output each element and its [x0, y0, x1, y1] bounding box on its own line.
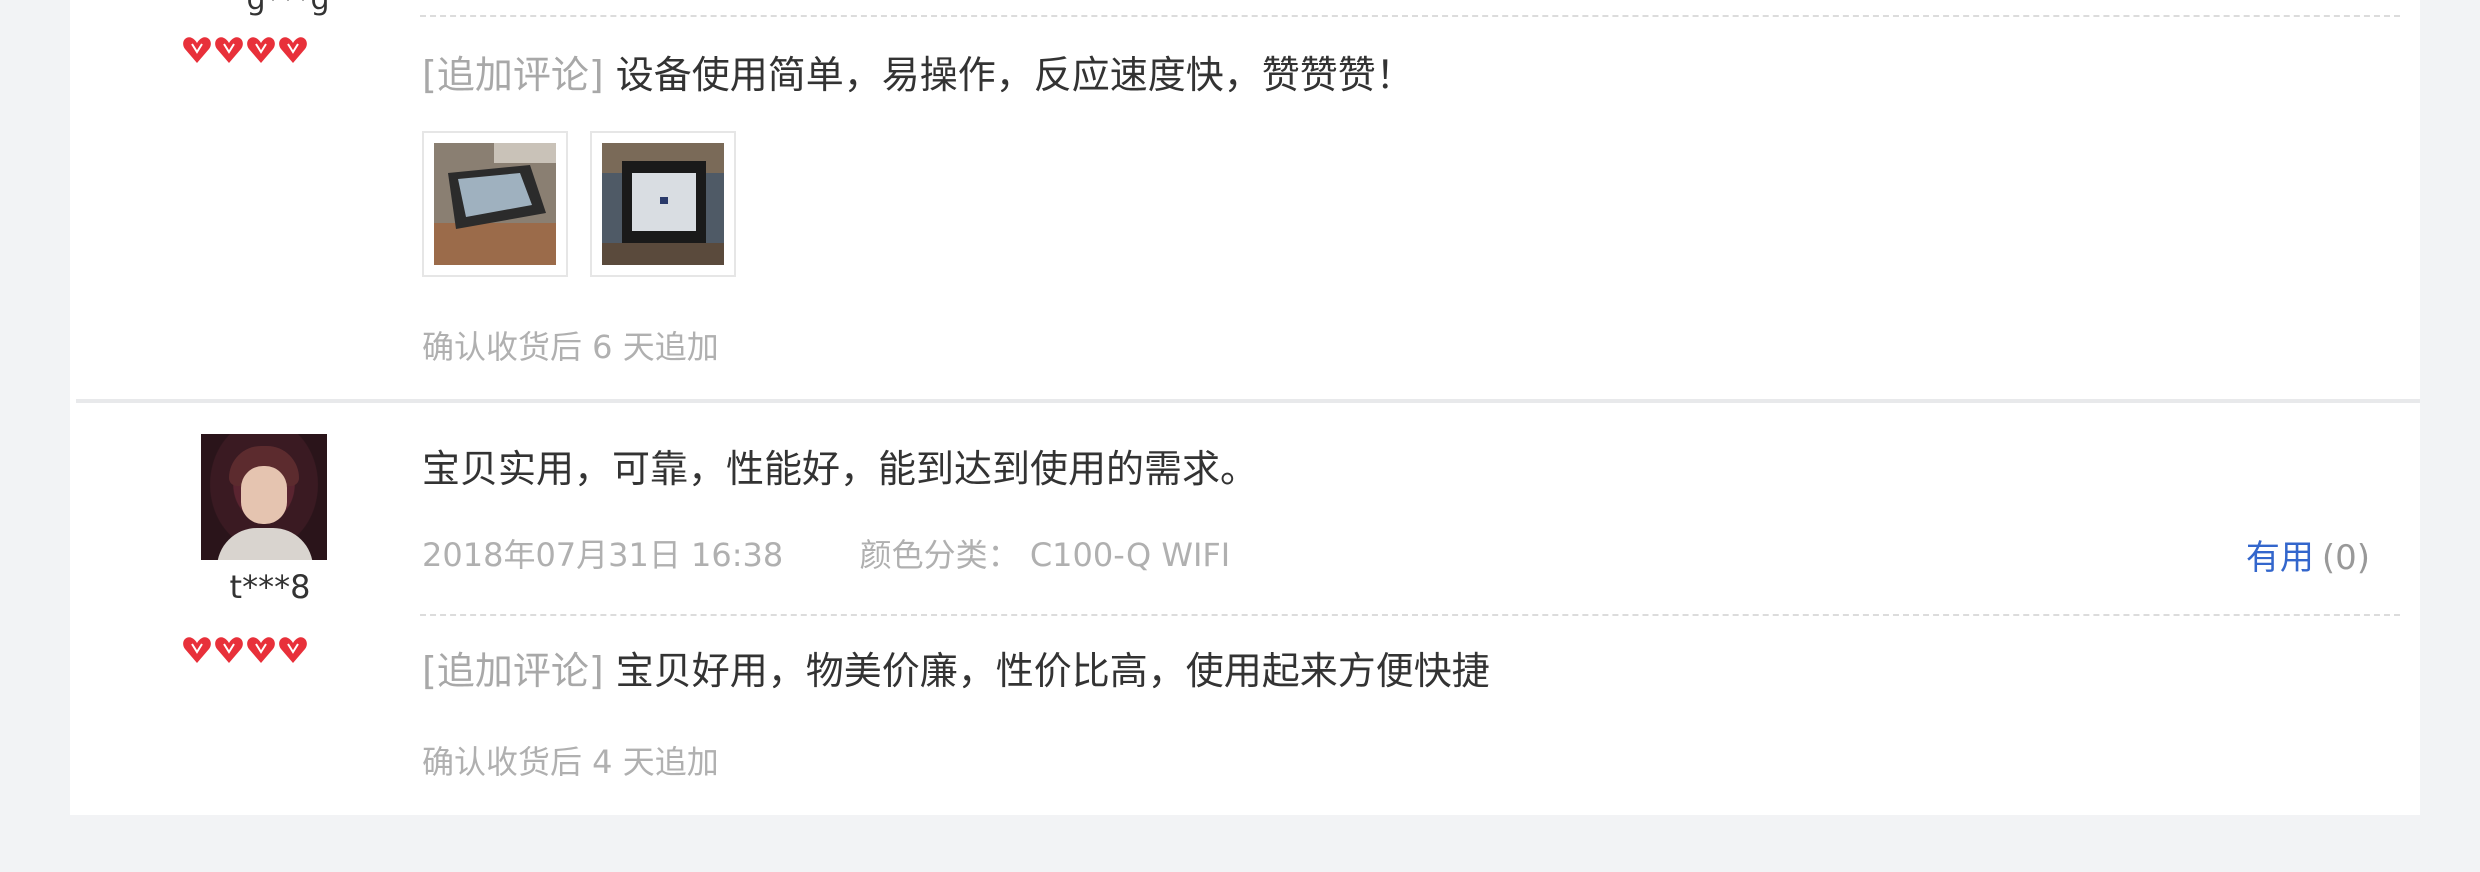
review-meta: 2018年07月31日 16:38 颜色分类： C100-Q WIFI	[422, 530, 1230, 576]
review-text: 宝贝实用，可靠，性能好，能到达到使用的需求。	[422, 447, 1259, 491]
helpful-count: (0)	[2321, 538, 2370, 578]
dashed-separator	[420, 614, 2400, 616]
followup-comment: [追加评论] 设备使用简单，易操作，反应速度快，赞赞赞！	[422, 44, 1414, 99]
followup-note: 确认收货后 6 天追加	[422, 328, 719, 366]
product-photo-1	[434, 143, 556, 265]
review-item: t***8 宝贝实用，可靠，性能好，能到达到使用的需求。 2018年07月31日…	[70, 404, 2420, 815]
heart-icon	[247, 637, 275, 663]
variant-value: C100-Q WIFI	[1029, 536, 1231, 574]
helpful-button[interactable]: 有用 (0)	[2246, 530, 2370, 579]
followup-comment: [追加评论] 宝贝好用，物美价廉，性价比高，使用起来方便快捷	[422, 640, 1490, 695]
heart-icon	[183, 637, 211, 663]
rating-hearts	[182, 34, 312, 68]
heart-icon	[215, 637, 243, 663]
product-photo-2	[602, 143, 724, 265]
heart-icon	[247, 37, 275, 63]
heart-icon	[279, 637, 307, 663]
heart-icon	[215, 37, 243, 63]
review-image-thumbnail[interactable]	[422, 131, 568, 277]
heart-icon	[183, 37, 211, 63]
variant-label: 颜色分类：	[859, 536, 1020, 574]
reviews-panel: g***g [追加评论] 设备使用简单，易操作，反应速度快，赞赞赞！	[70, 0, 2420, 815]
helpful-label[interactable]: 有用	[2246, 538, 2314, 578]
avatar[interactable]	[201, 434, 327, 560]
dashed-separator	[420, 15, 2400, 17]
review-image-thumbnail[interactable]	[590, 131, 736, 277]
followup-tag: [追加评论]	[422, 53, 604, 97]
followup-text: 宝贝好用，物美价廉，性价比高，使用起来方便快捷	[615, 649, 1490, 693]
followup-text: 设备使用简单，易操作，反应速度快，赞赞赞！	[615, 53, 1414, 97]
heart-icon	[279, 37, 307, 63]
rating-hearts	[182, 634, 312, 668]
reviewer-username: t***8	[229, 568, 311, 606]
review-date: 2018年07月31日 16:38	[422, 536, 784, 574]
review-item: g***g [追加评论] 设备使用简单，易操作，反应速度快，赞赞赞！	[70, 0, 2420, 400]
followup-note: 确认收货后 4 天追加	[422, 743, 719, 781]
followup-tag: [追加评论]	[422, 649, 604, 693]
reviewer-username: g***g	[218, 0, 358, 17]
review-divider	[76, 399, 2420, 403]
